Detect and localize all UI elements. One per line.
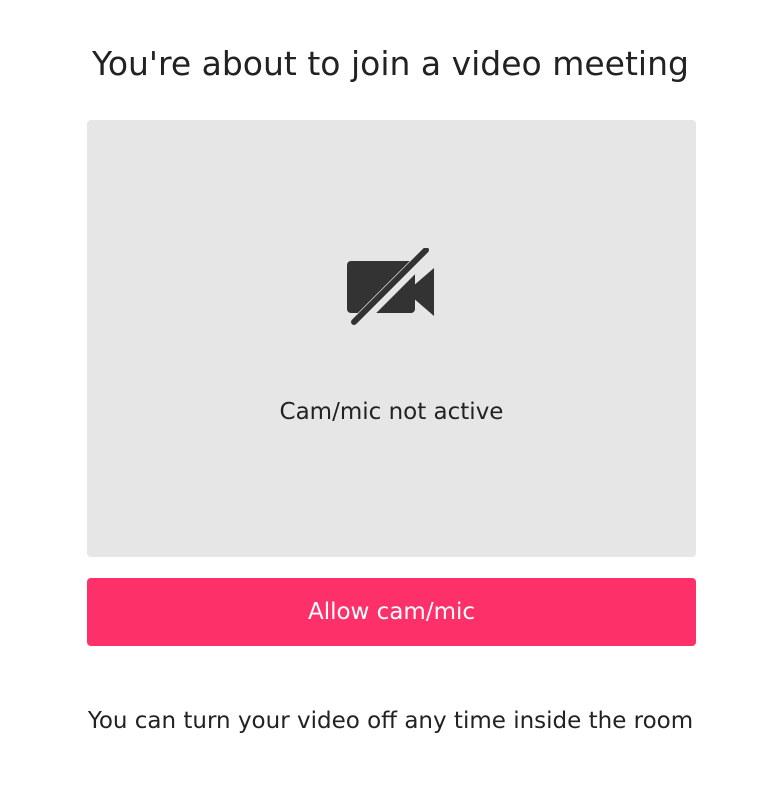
page-title: You're about to join a video meeting <box>92 44 689 83</box>
cam-mic-status-text: Cam/mic not active <box>279 399 504 425</box>
camera-off-icon <box>346 248 438 328</box>
video-off-hint: You can turn your video off any time ins… <box>87 708 694 734</box>
camera-preview-panel: Cam/mic not active <box>87 120 696 557</box>
allow-cam-mic-button[interactable]: Allow cam/mic <box>87 578 696 646</box>
